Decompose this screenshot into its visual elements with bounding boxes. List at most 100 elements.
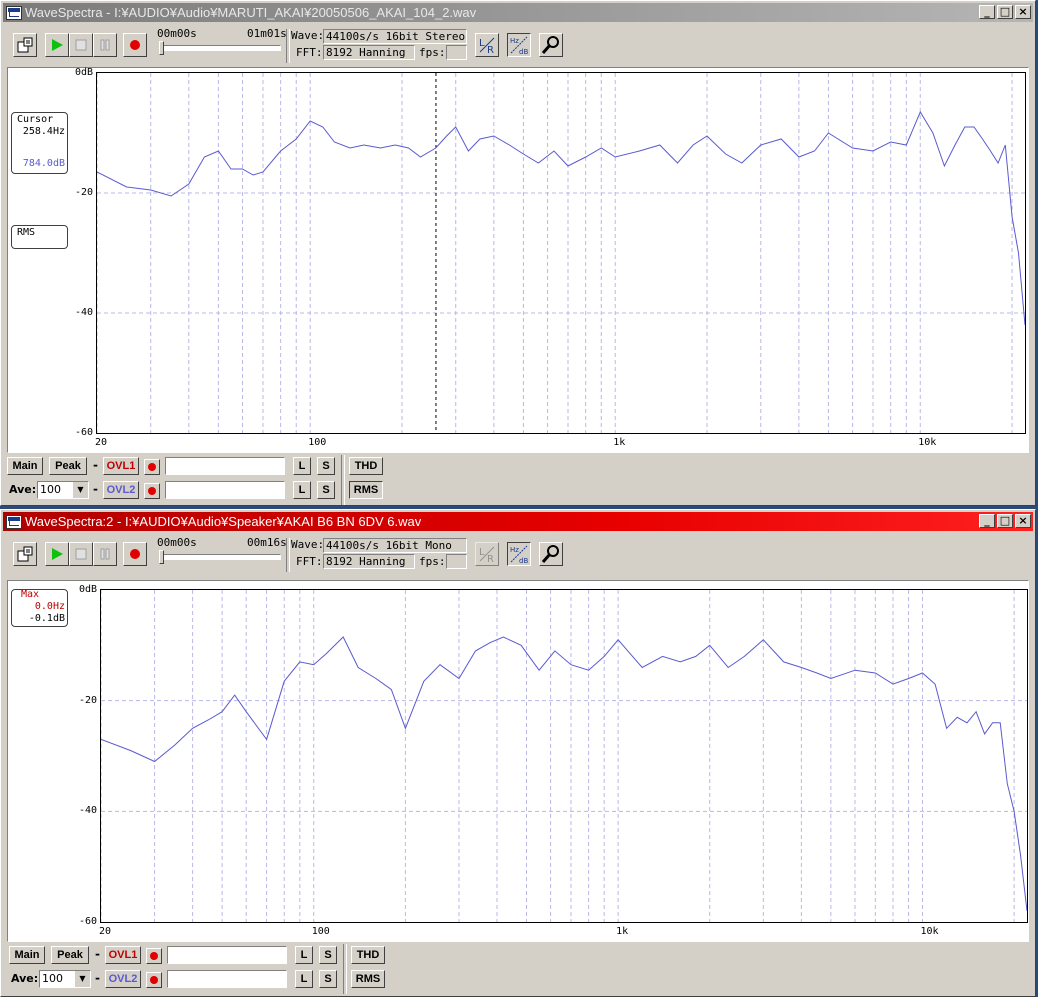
pause-button[interactable]	[93, 33, 117, 57]
settings-button[interactable]	[539, 542, 563, 566]
position-slider[interactable]	[159, 45, 281, 51]
spectrum-plot[interactable]	[96, 72, 1026, 434]
lr-icon: LR	[479, 37, 495, 54]
peak-button[interactable]: Peak	[49, 457, 87, 475]
stop-icon	[75, 39, 87, 51]
ovl2-load-button[interactable]: L	[295, 970, 313, 988]
time-start: 00m00s	[157, 536, 197, 549]
ovl2-record-button[interactable]	[146, 972, 162, 988]
x-tick-label: 10k	[918, 437, 937, 448]
ovl1-load-button[interactable]: L	[293, 457, 311, 475]
svg-text:Hz: Hz	[510, 546, 519, 554]
wavespectra-window-2: WaveSpectra:2 - I:¥AUDIO¥Audio¥Speaker¥A…	[0, 509, 1036, 997]
chevron-down-icon[interactable]: ▼	[72, 482, 88, 498]
average-value: 100	[42, 972, 63, 985]
open-file-icon	[17, 546, 33, 562]
y-tick-label: 0dB	[74, 67, 93, 78]
ovl2-record-button[interactable]	[144, 483, 160, 499]
x-tick-label: 100	[311, 926, 330, 937]
hz-db-scale-button[interactable]: Hz dB	[507, 542, 531, 566]
toolbar: 00m00s 00m16s Wave: 44100s/s 16bit Mono …	[5, 536, 1031, 572]
y-tick-label: -60	[74, 427, 93, 438]
position-slider[interactable]	[159, 554, 281, 560]
thd-button[interactable]: THD	[349, 457, 383, 475]
wrench-icon	[541, 36, 559, 54]
spectrum-chart	[96, 73, 1026, 433]
hz-db-icon: HzdB	[510, 36, 528, 55]
spectrum-trace	[96, 110, 1026, 326]
ovl2-button[interactable]: OVL2	[105, 970, 141, 988]
stop-button[interactable]	[69, 542, 93, 566]
title-bar[interactable]: WaveSpectra - I:¥AUDIO¥Audio¥MARUTI_AKAI…	[3, 3, 1033, 22]
chevron-down-icon[interactable]: ▼	[74, 971, 90, 987]
bottom-controls: Main Peak - OVL1 L S THD Ave: 100 ▼ - OV…	[5, 944, 1031, 994]
ovl1-load-button[interactable]: L	[295, 946, 313, 964]
average-select[interactable]: 100 ▼	[37, 481, 89, 499]
ovl1-save-button[interactable]: S	[317, 457, 335, 475]
open-file-button[interactable]	[13, 33, 37, 57]
spectrum-graph-area: Max 0.0Hz -0.1dB 0dB -20 -40 -60 20 100 1k 10k	[7, 580, 1029, 942]
maximize-button[interactable]: □	[997, 5, 1013, 19]
x-tick-label: 20	[99, 926, 112, 937]
ovl2-file-field[interactable]	[167, 970, 287, 988]
wavespectra-window-1: WaveSpectra - I:¥AUDIO¥Audio¥MARUTI_AKAI…	[0, 0, 1036, 506]
time-end: 01m01s	[247, 27, 287, 40]
x-tick-label: 1k	[616, 926, 629, 937]
minimize-button[interactable]: _	[979, 5, 995, 19]
hz-db-scale-button[interactable]: Hz dB	[507, 33, 531, 57]
maximize-button[interactable]: □	[997, 514, 1013, 528]
close-button[interactable]: ×	[1015, 514, 1031, 528]
ovl1-save-button[interactable]: S	[319, 946, 337, 964]
ovl1-record-button[interactable]	[146, 948, 162, 964]
average-select[interactable]: 100 ▼	[39, 970, 91, 988]
ovl2-file-field[interactable]	[165, 481, 285, 499]
lr-channel-button[interactable]: LR	[475, 33, 499, 57]
cursor-level: 784.0dB	[22, 158, 65, 169]
position-slider-thumb[interactable]	[159, 550, 164, 564]
main-button[interactable]: Main	[7, 457, 43, 475]
spectrum-graph-area: Cursor 258.4Hz 784.0dB RMS 0dB -20 -40 -60 …	[7, 67, 1029, 453]
rms-button[interactable]: RMS	[351, 970, 385, 988]
x-tick-label: 1k	[613, 437, 626, 448]
close-button[interactable]: ×	[1015, 5, 1031, 19]
ovl2-save-button[interactable]: S	[319, 970, 337, 988]
rms-button[interactable]: RMS	[349, 481, 383, 499]
lr-channel-button[interactable]: LR	[475, 542, 499, 566]
fps-value	[446, 554, 467, 569]
pause-button[interactable]	[93, 542, 117, 566]
thd-button[interactable]: THD	[351, 946, 385, 964]
fps-value	[446, 45, 467, 60]
ovl1-button[interactable]: OVL1	[105, 946, 141, 964]
spectrum-chart	[100, 590, 1028, 922]
main-button[interactable]: Main	[9, 946, 45, 964]
spectrum-trace	[100, 636, 1028, 911]
settings-button[interactable]	[539, 33, 563, 57]
app-icon[interactable]	[6, 5, 22, 20]
readout-title: Max	[21, 589, 40, 600]
cursor-frequency: 258.4Hz	[22, 126, 65, 137]
stop-button[interactable]	[69, 33, 93, 57]
play-button[interactable]	[45, 542, 69, 566]
open-file-icon	[17, 37, 33, 53]
ovl1-file-field[interactable]	[165, 457, 285, 475]
average-value: 100	[40, 483, 61, 496]
ovl1-file-field[interactable]	[167, 946, 287, 964]
rms-readout-title: RMS	[17, 227, 36, 238]
wave-format: 44100s/s 16bit Mono	[323, 538, 467, 553]
open-file-button[interactable]	[13, 542, 37, 566]
play-button[interactable]	[45, 33, 69, 57]
title-bar[interactable]: WaveSpectra:2 - I:¥AUDIO¥Audio¥Speaker¥A…	[3, 512, 1033, 531]
minimize-button[interactable]: _	[979, 514, 995, 528]
ovl1-record-button[interactable]	[144, 459, 160, 475]
ovl1-button[interactable]: OVL1	[103, 457, 139, 475]
app-icon[interactable]	[6, 514, 22, 529]
ovl2-save-button[interactable]: S	[317, 481, 335, 499]
record-button[interactable]	[123, 33, 147, 57]
wave-label: Wave:	[291, 29, 325, 42]
spectrum-plot[interactable]	[100, 589, 1028, 923]
ovl2-load-button[interactable]: L	[293, 481, 311, 499]
position-slider-thumb[interactable]	[159, 41, 164, 55]
record-button[interactable]	[123, 542, 147, 566]
ovl2-button[interactable]: OVL2	[103, 481, 139, 499]
peak-button[interactable]: Peak	[51, 946, 89, 964]
